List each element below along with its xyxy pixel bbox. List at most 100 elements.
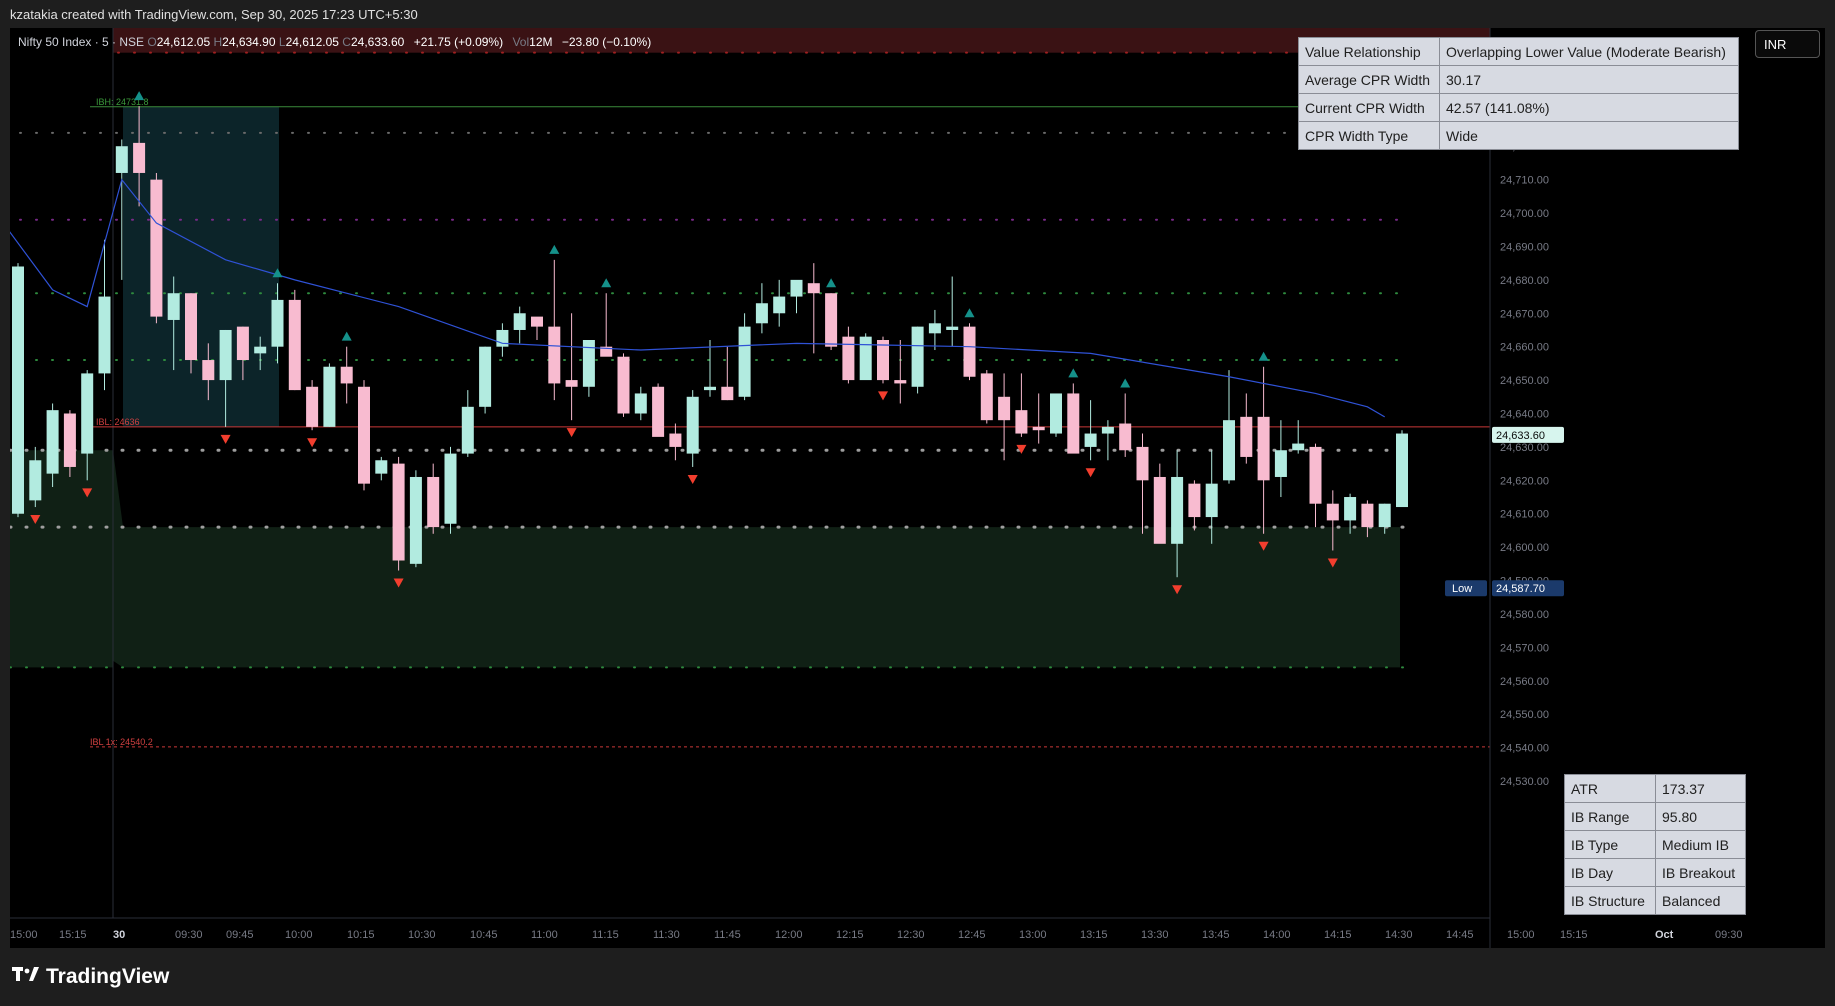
chart-svg[interactable]: IBH: 24731.8IBL: 24636IBL 1x: 24540.224,…: [10, 28, 1825, 948]
candle-body: [150, 179, 163, 317]
up-signal-marker: [1120, 378, 1131, 388]
candle: [427, 463, 440, 534]
candle-body: [928, 323, 941, 334]
candle: [859, 333, 872, 381]
chart-pane[interactable]: IBH: 24731.8 IBL: 24636 IBL 1x: 24540.2 24,…: [10, 28, 1825, 948]
candle-body: [479, 346, 492, 407]
up-signal-marker: [964, 308, 975, 318]
table-cell-value: Balanced: [1655, 886, 1746, 915]
y-tick-label: 24,600.00: [1500, 542, 1549, 554]
x-tick-label: 10:30: [408, 929, 436, 941]
candle: [877, 336, 889, 384]
x-tick-label: 09:30: [175, 929, 203, 941]
candle: [358, 380, 370, 491]
tradingview-logo[interactable]: TradingView: [12, 965, 169, 989]
candle-body: [81, 373, 94, 454]
candle-body: [461, 406, 474, 454]
close-value: 24,633.60: [350, 35, 405, 49]
y-tick-label: 24,620.00: [1500, 475, 1549, 487]
candle-body: [219, 329, 232, 381]
candle: [946, 276, 959, 347]
candle-body: [185, 293, 197, 361]
candle-body: [358, 386, 370, 484]
candle-body: [1171, 476, 1184, 544]
x-tick-label: 09:30: [1715, 929, 1743, 941]
candle-body: [963, 326, 976, 377]
candle-body: [1153, 476, 1166, 544]
down-signal-marker: [687, 474, 698, 484]
candle: [409, 470, 422, 568]
candle-body: [427, 476, 440, 528]
table-cell-label: CPR Width Type: [1298, 121, 1440, 150]
candle-body: [894, 380, 907, 384]
table-cell-value: IB Breakout: [1655, 858, 1746, 887]
x-tick-label: 10:15: [347, 929, 375, 941]
candle-body: [236, 326, 249, 361]
y-tick-label: 24,640.00: [1500, 409, 1549, 421]
candle-body: [496, 329, 509, 347]
candle: [479, 346, 492, 414]
candle: [998, 373, 1011, 461]
candle-body: [755, 303, 768, 324]
ohlc-legend: Nifty 50 Index · 5 · NSE O24,612.05 H24,…: [18, 35, 651, 49]
x-tick-label: 14:15: [1324, 929, 1352, 941]
candle: [1309, 443, 1322, 528]
ibl-ext-label: IBL 1x: 24540.2: [90, 737, 153, 747]
candle: [306, 380, 319, 431]
candle-body: [634, 393, 647, 414]
candle-body: [911, 326, 924, 387]
table-cell-label: IB Range: [1564, 802, 1656, 831]
x-tick-label: 11:00: [531, 929, 558, 941]
x-tick-label: 14:30: [1385, 929, 1413, 941]
x-tick-label: 14:00: [1263, 929, 1291, 941]
candle-body: [738, 326, 751, 397]
currency-button[interactable]: INR: [1755, 30, 1820, 58]
candle-body: [1361, 503, 1374, 528]
x-tick-label: Oct: [1655, 929, 1674, 941]
open-value: 24,612.05: [156, 35, 211, 49]
candle: [790, 279, 803, 314]
candle: [928, 309, 941, 351]
candle: [1188, 480, 1201, 531]
ib-info-table: ATR 173.37 IB Range 95.80 IB Type Medium IB…: [1564, 774, 1746, 915]
y-tick-label: 24,670.00: [1500, 308, 1549, 320]
candle: [617, 353, 630, 417]
candle: [1274, 420, 1287, 498]
attribution-bar: kzatakia created with TradingView.com, S…: [0, 0, 1835, 28]
y-tick-label: 24,660.00: [1500, 342, 1549, 354]
candle: [323, 363, 336, 427]
high-label: H: [213, 35, 223, 49]
x-tick-label: 11:45: [714, 929, 741, 941]
up-signal-marker: [1068, 368, 1079, 378]
candle: [911, 326, 924, 394]
candle-body: [704, 386, 716, 391]
candle: [12, 263, 24, 518]
candle-body: [998, 396, 1011, 421]
candle: [738, 313, 751, 401]
table-cell-label: IB Type: [1564, 830, 1656, 859]
candle-body: [1188, 483, 1201, 518]
y-tick-label: 24,710.00: [1500, 175, 1549, 187]
high-value: 24,634.90: [222, 35, 276, 49]
x-tick-label: 30: [113, 929, 125, 941]
candle-body: [306, 386, 319, 427]
table-row: IB Day IB Breakout: [1564, 858, 1746, 887]
symbol-label[interactable]: Nifty 50 Index · 5 · NSE: [18, 35, 144, 49]
candle-body: [271, 299, 284, 347]
candle: [1153, 463, 1166, 544]
x-tick-label: 12:00: [775, 929, 803, 941]
candle: [600, 293, 613, 357]
cpr-info-table: Value Relationship Overlapping Lower Valu…: [1298, 37, 1739, 150]
y-tick-label: 24,540.00: [1500, 743, 1549, 755]
low-value: 24,612.05: [285, 35, 339, 49]
up-signal-marker: [549, 244, 560, 254]
candle: [686, 390, 699, 467]
candle-body: [375, 460, 388, 474]
candle: [582, 340, 595, 397]
low-label: L: [278, 35, 286, 49]
candle-body: [669, 433, 682, 447]
close-label: C: [342, 35, 351, 49]
candle-body: [1084, 433, 1097, 447]
candle: [894, 340, 907, 404]
candle: [150, 172, 163, 324]
